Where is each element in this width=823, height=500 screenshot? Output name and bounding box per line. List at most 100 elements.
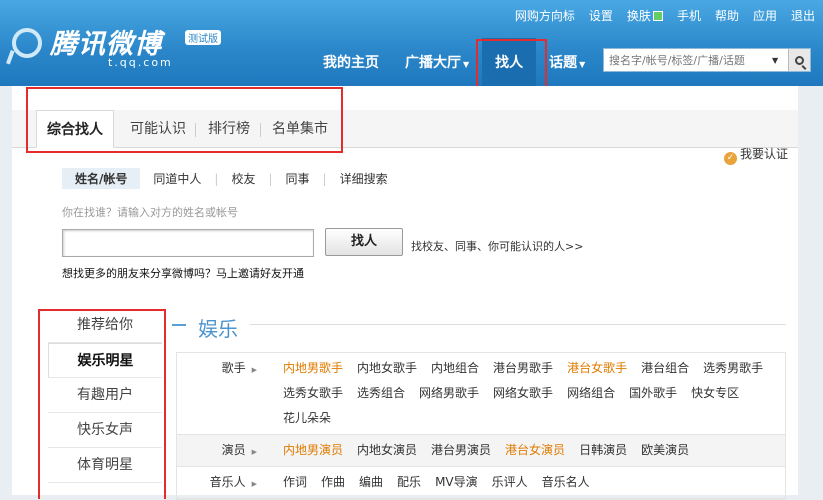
header-bar: 网购方向标 设置 换肤 手机 帮助 应用 退出 腾讯微博 测试版 t.qq.co…: [0, 0, 823, 86]
nav-topics-label: 话题: [549, 55, 578, 71]
top-link-logout[interactable]: 退出: [791, 7, 815, 24]
chevron-down-icon: ▼: [463, 60, 470, 69]
tab-list-market[interactable]: 名单集市: [272, 110, 328, 148]
category-link[interactable]: 花儿朵朵: [283, 406, 331, 431]
category-link[interactable]: 港台男歌手: [493, 356, 553, 381]
category-row-label: 音乐人 ▶: [177, 467, 257, 498]
sidebar-item-celebrities[interactable]: 娱乐明星: [48, 343, 162, 378]
category-link[interactable]: 快女专区: [691, 381, 739, 406]
category-link[interactable]: 选秀男歌手: [703, 356, 763, 381]
verify-label: 我要认证: [739, 147, 788, 161]
chevron-down-icon: ▼: [579, 60, 586, 69]
title-accent-line: [172, 324, 186, 326]
search-type-advanced[interactable]: 详细搜索: [327, 170, 401, 187]
category-link[interactable]: 国外歌手: [629, 381, 677, 406]
top-link-skin-label: 换肤: [626, 9, 651, 23]
search-type-tabs: 姓名/帐号 同道中人 | 校友 | 同事 | 详细搜索: [62, 168, 401, 189]
tab-all-search[interactable]: 综合找人: [36, 110, 114, 148]
category-link[interactable]: 欧美演员: [641, 438, 689, 463]
people-search-input[interactable]: [62, 229, 314, 257]
search-button[interactable]: [788, 49, 810, 71]
category-link[interactable]: 内地女演员: [357, 438, 417, 463]
logo-url: t.qq.com: [108, 56, 173, 69]
logo-mark-icon: [12, 28, 42, 58]
nav-square[interactable]: 广播大厅 ▼: [392, 38, 482, 86]
tab-may-know[interactable]: 可能认识: [130, 110, 186, 148]
category-link[interactable]: 港台组合: [641, 356, 689, 381]
category-link[interactable]: 音乐名人: [542, 470, 590, 495]
top-link-shopping[interactable]: 网购方向标: [515, 7, 575, 24]
search-input[interactable]: [604, 53, 772, 67]
search-type-peers[interactable]: 同道中人: [140, 170, 214, 187]
category-row-label-text: 演员: [221, 443, 246, 457]
category-row-label-text: 音乐人: [209, 475, 246, 489]
search-type-name[interactable]: 姓名/帐号: [62, 168, 141, 189]
top-link-settings[interactable]: 设置: [589, 7, 613, 24]
main-nav: 我的主页 广播大厅 ▼ 找人 话题 ▼: [310, 38, 598, 86]
top-links: 网购方向标 设置 换肤 手机 帮助 应用 退出: [501, 7, 815, 24]
sidebar-item-recommend[interactable]: 推荐给你: [48, 308, 162, 343]
sub-tabs: 综合找人 可能认识 排行榜 名单集市 ✓ 我要认证: [12, 110, 798, 165]
category-link[interactable]: 网络男歌手: [419, 381, 479, 406]
category-title: 娱乐: [198, 317, 238, 341]
top-link-skin[interactable]: 换肤: [627, 7, 663, 24]
category-link[interactable]: 内地男歌手: [283, 356, 343, 381]
main-content: 综合找人 可能认识 排行榜 名单集市 ✓ 我要认证 姓名/帐号 同道中人 | 校友…: [12, 86, 798, 500]
category-link[interactable]: 选秀组合: [357, 381, 405, 406]
nav-square-label: 广播大厅: [405, 55, 461, 71]
find-more-link[interactable]: 找校友、同事、你可能认识的人>>: [411, 238, 583, 254]
top-link-mobile[interactable]: 手机: [677, 7, 701, 24]
category-link[interactable]: 港台女演员: [505, 438, 565, 463]
top-link-help[interactable]: 帮助: [715, 7, 739, 24]
category-link[interactable]: 内地组合: [431, 356, 479, 381]
sidebar-item-happy-girls[interactable]: 快乐女声: [48, 413, 162, 448]
category-link[interactable]: 内地男演员: [283, 438, 343, 463]
search-hint: 你在找谁？请输入对方的姓名或帐号: [62, 206, 238, 219]
category-row: 音乐人 ▶ 作词 作曲 编曲 配乐 MV导演 乐评人 音乐名人: [177, 467, 785, 499]
search-scope-dropdown-icon[interactable]: ▼: [772, 56, 788, 65]
category-row-label-text: 歌手: [221, 361, 246, 375]
category-link[interactable]: 网络组合: [567, 381, 615, 406]
category-link[interactable]: 内地女歌手: [357, 356, 417, 381]
nav-home-label: 我的主页: [323, 55, 379, 71]
category-link[interactable]: 港台男演员: [431, 438, 491, 463]
search-icon: [795, 55, 804, 65]
category-row-items: 作词 作曲 编曲 配乐 MV导演 乐评人 音乐名人: [257, 467, 785, 498]
nav-home[interactable]: 我的主页: [310, 38, 392, 86]
category-link[interactable]: 作词: [283, 470, 307, 495]
category-row-items: 内地男演员 内地女演员 港台男演员 港台女演员 日韩演员 欧美演员: [257, 435, 785, 466]
tab-ranking[interactable]: 排行榜: [208, 110, 250, 148]
search-type-alumni[interactable]: 校友: [218, 170, 268, 187]
category-link[interactable]: 日韩演员: [579, 438, 627, 463]
category-row: 歌手 ▶ 内地男歌手 内地女歌手 内地组合 港台男歌手 港台女歌手 港台组合 选秀男歌手 选秀女歌…: [177, 353, 785, 435]
category-link[interactable]: 选秀女歌手: [283, 381, 343, 406]
category-table: 歌手 ▶ 内地男歌手 内地女歌手 内地组合 港台男歌手 港台女歌手 港台组合 选秀男歌手 选秀女歌…: [176, 352, 786, 500]
verify-link[interactable]: ✓ 我要认证: [723, 145, 788, 165]
tab-divider: [260, 123, 261, 137]
invite-link[interactable]: 想找更多的朋友来分享微博吗？马上邀请好友开通: [62, 265, 304, 281]
nav-find-people-label: 找人: [495, 55, 524, 71]
top-link-apps[interactable]: 应用: [753, 7, 777, 24]
nav-find-people[interactable]: 找人: [482, 38, 537, 86]
category-sidebar: 推荐给你 娱乐明星 有趣用户 快乐女声 体育明星: [48, 308, 162, 483]
category-row-label: 歌手 ▶: [177, 353, 257, 434]
header-search: ▼: [603, 48, 811, 72]
sidebar-item-sports[interactable]: 体育明星: [48, 448, 162, 483]
sidebar-item-interesting[interactable]: 有趣用户: [48, 378, 162, 413]
category-link[interactable]: 网络女歌手: [493, 381, 553, 406]
category-link[interactable]: 乐评人: [492, 470, 528, 495]
find-people-button[interactable]: 找人: [325, 228, 403, 256]
category-row-items: 内地男歌手 内地女歌手 内地组合 港台男歌手 港台女歌手 港台组合 选秀男歌手选秀女歌手 选秀…: [257, 353, 785, 434]
category-link[interactable]: 编曲: [359, 470, 383, 495]
skin-swatch-icon: [652, 11, 663, 21]
category-link[interactable]: 作曲: [321, 470, 345, 495]
category-link[interactable]: 配乐: [397, 470, 421, 495]
logo-beta-badge: 测试版: [185, 30, 221, 45]
tab-divider: [195, 123, 196, 137]
category-row-label: 演员 ▶: [177, 435, 257, 466]
verify-badge-icon: ✓: [723, 152, 737, 165]
search-type-colleague[interactable]: 同事: [273, 170, 323, 187]
category-link[interactable]: MV导演: [435, 470, 478, 495]
nav-topics[interactable]: 话题 ▼: [536, 38, 598, 86]
category-link[interactable]: 港台女歌手: [567, 356, 627, 381]
